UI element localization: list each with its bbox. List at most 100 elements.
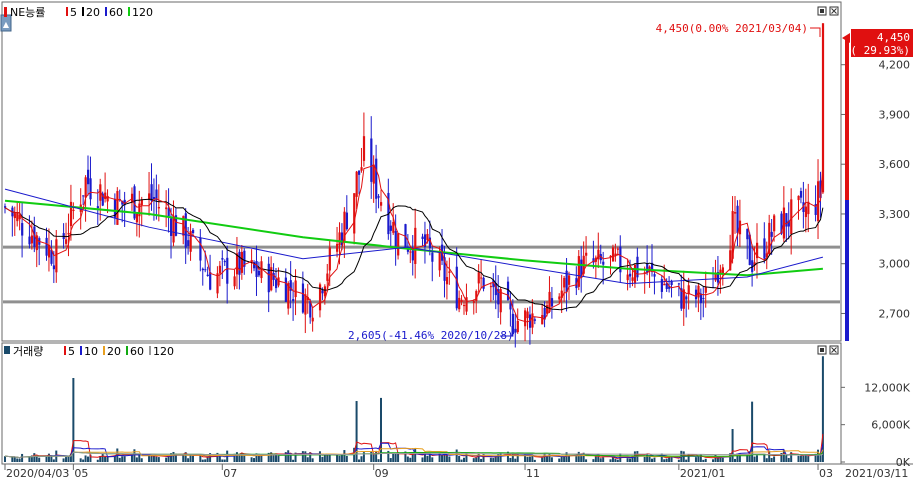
volume-bar: [4, 456, 6, 462]
xaxis-label: 11: [526, 467, 540, 480]
candle-body: [585, 252, 588, 256]
volume-bar: [340, 454, 343, 462]
volume-bar: [528, 456, 531, 462]
volume-bar: [321, 456, 324, 462]
candle-body: [563, 277, 566, 288]
volume-bar: [797, 455, 800, 462]
volume-bar: [82, 459, 85, 462]
volume-bar: [489, 457, 492, 462]
candle-body: [55, 239, 58, 273]
candle-body: [550, 298, 554, 307]
volume-bar: [448, 456, 451, 462]
volume-bar: [643, 456, 646, 462]
legend-ma-10-label: 10: [84, 345, 98, 358]
price-range-bar-down: [845, 200, 849, 341]
volume-bar: [35, 456, 38, 462]
candle-body: [670, 281, 673, 286]
volume-bar: [509, 457, 512, 462]
volume-bar: [253, 458, 256, 462]
volume-bar: [807, 456, 810, 462]
candle-body: [323, 286, 327, 297]
legend-ma-60-swatch: [105, 7, 107, 16]
volume-bar: [480, 458, 483, 462]
candle-body: [345, 212, 349, 230]
candle-body: [353, 193, 356, 234]
legend-ma-20-label: 20: [107, 345, 121, 358]
volume-bar: [52, 459, 55, 462]
candle-body: [199, 237, 202, 261]
volume-bar: [343, 450, 346, 462]
candle-body: [358, 170, 361, 175]
volume-bar: [472, 458, 475, 462]
candle-body: [616, 248, 620, 250]
candle-body: [13, 213, 16, 219]
volume-bar: [651, 458, 654, 462]
candle-body: [240, 251, 244, 273]
price-range-bar-up: [845, 36, 849, 200]
candle-body: [355, 171, 358, 197]
volume-bar: [697, 456, 700, 462]
volume-bar: [475, 457, 478, 462]
volume-bar: [685, 459, 688, 462]
candle-body: [392, 221, 395, 233]
candle-body: [533, 319, 537, 321]
candle-body: [226, 257, 229, 284]
candle-body: [455, 266, 458, 309]
candle-body: [702, 297, 705, 300]
volume-bar: [96, 459, 99, 462]
candle-body: [626, 274, 629, 281]
candle-body: [135, 213, 139, 223]
volume-bar: [802, 455, 805, 462]
maximize-icon-inner: [820, 9, 824, 13]
volume-bar: [318, 451, 321, 462]
legend-red-marker: [4, 7, 7, 17]
volume-bar: [392, 453, 395, 462]
candle-body: [397, 233, 400, 256]
candle-body: [106, 195, 109, 202]
candle-body: [16, 212, 19, 222]
volume-bar: [441, 455, 444, 462]
volume-bar: [135, 457, 138, 462]
volume-bar: [155, 456, 158, 462]
candle-body: [170, 218, 173, 236]
candle-body: [321, 290, 324, 294]
volume-bar: [187, 458, 190, 462]
volume-bar: [301, 451, 304, 462]
volume-maximize-icon-inner: [820, 348, 824, 352]
candle-body: [165, 207, 168, 210]
candle-body: [472, 301, 475, 303]
volume-bar: [38, 457, 41, 462]
volume-bar: [817, 449, 820, 462]
low-annotation: 2,605(-41.46% 2020/10/28): [348, 329, 514, 342]
price-ytick-label: 3,000: [879, 258, 911, 271]
candle-body: [235, 253, 239, 275]
volume-bar: [189, 455, 192, 462]
candle-body: [65, 239, 68, 244]
candle-body: [223, 261, 226, 263]
candle-body: [140, 199, 143, 206]
volume-bar: [704, 458, 707, 462]
volume-bar: [787, 457, 790, 462]
volume-bar: [511, 453, 514, 462]
legend-ma-120-label: 120: [132, 6, 153, 19]
candle-body: [663, 283, 666, 286]
candle-body: [804, 206, 808, 218]
volume-bar: [326, 454, 329, 462]
candle-body: [72, 209, 75, 212]
price-ytick-label: 3,600: [879, 158, 911, 171]
candle-body: [89, 178, 92, 200]
volume-bar: [445, 455, 448, 462]
volume-bar: [426, 455, 429, 462]
volume-bar: [133, 449, 136, 462]
volume-bar: [218, 456, 221, 462]
volume-bar: [734, 458, 737, 462]
candle-body: [526, 311, 529, 319]
volume-bar: [677, 459, 680, 462]
volume-bar: [323, 454, 326, 462]
candle-body: [409, 251, 412, 253]
legend-ma-60-label: 60: [130, 345, 144, 358]
volume-bar: [599, 458, 602, 462]
candle-body: [218, 265, 222, 274]
volume-bar: [165, 457, 168, 462]
legend-ma-5-swatch: [64, 346, 66, 355]
